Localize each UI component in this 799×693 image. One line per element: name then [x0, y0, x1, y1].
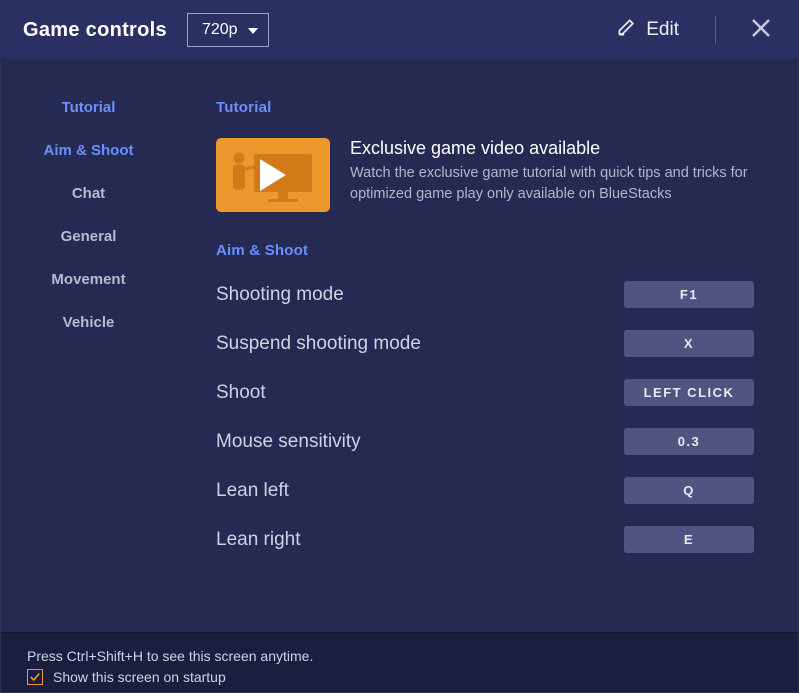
keybind-row: Shooting mode F1	[216, 281, 754, 308]
edit-label: Edit	[646, 19, 679, 41]
header: Game controls 720p Edit	[1, 1, 798, 59]
keybind-row: Mouse sensitivity 0.3	[216, 428, 754, 455]
edit-button[interactable]: Edit	[617, 18, 679, 43]
keybind-label: Lean right	[216, 529, 301, 551]
section-label-aim-shoot: Aim & Shoot	[216, 242, 754, 259]
body: Tutorial Aim & Shoot Chat General Moveme…	[1, 59, 798, 632]
keybind-input-shoot[interactable]: LEFT CLICK	[624, 379, 754, 406]
keybind-row: Suspend shooting mode X	[216, 330, 754, 357]
check-icon	[30, 672, 40, 682]
pencil-icon	[617, 18, 636, 43]
keybind-label: Suspend shooting mode	[216, 333, 421, 355]
play-icon	[258, 157, 288, 193]
keybind-row: Lean left Q	[216, 477, 754, 504]
video-thumbnail[interactable]	[216, 138, 330, 212]
keybind-label: Mouse sensitivity	[216, 431, 361, 453]
video-text: Exclusive game video available Watch the…	[350, 138, 754, 212]
sidebar-item-movement[interactable]: Movement	[51, 271, 125, 288]
sidebar-item-tutorial[interactable]: Tutorial	[62, 99, 116, 116]
startup-checkbox[interactable]	[27, 669, 43, 685]
startup-label: Show this screen on startup	[53, 669, 226, 685]
footer-row: Show this screen on startup	[27, 669, 772, 685]
sidebar-item-vehicle[interactable]: Vehicle	[63, 314, 115, 331]
close-icon	[751, 18, 771, 43]
game-controls-window: Game controls 720p Edit	[0, 0, 799, 693]
footer-hint: Press Ctrl+Shift+H to see this screen an…	[27, 648, 772, 664]
content-pane[interactable]: Tutorial Exclusive g	[176, 59, 798, 632]
keybind-label: Shooting mode	[216, 284, 344, 306]
footer: Press Ctrl+Shift+H to see this screen an…	[1, 632, 798, 692]
video-title: Exclusive game video available	[350, 138, 754, 159]
resolution-value: 720p	[202, 21, 238, 39]
chevron-down-icon	[248, 21, 258, 39]
section-label-tutorial: Tutorial	[216, 99, 754, 116]
keybind-label: Shoot	[216, 382, 266, 404]
sidebar-item-aim-shoot[interactable]: Aim & Shoot	[44, 142, 134, 159]
close-button[interactable]	[742, 11, 780, 49]
sidebar: Tutorial Aim & Shoot Chat General Moveme…	[1, 59, 176, 632]
sidebar-item-general[interactable]: General	[61, 228, 117, 245]
keybind-input-mouse-sensitivity[interactable]: 0.3	[624, 428, 754, 455]
header-divider	[715, 16, 716, 44]
resolution-select[interactable]: 720p	[187, 13, 269, 47]
sidebar-item-chat[interactable]: Chat	[72, 185, 105, 202]
keybind-input-shooting-mode[interactable]: F1	[624, 281, 754, 308]
tutorial-block: Exclusive game video available Watch the…	[216, 138, 754, 212]
keybind-label: Lean left	[216, 480, 289, 502]
keybind-row: Shoot LEFT CLICK	[216, 379, 754, 406]
page-title: Game controls	[23, 19, 167, 42]
video-description: Watch the exclusive game tutorial with q…	[350, 163, 754, 205]
keybind-input-suspend-shooting[interactable]: X	[624, 330, 754, 357]
keybind-row: Lean right E	[216, 526, 754, 553]
keybind-input-lean-right[interactable]: E	[624, 526, 754, 553]
keybind-input-lean-left[interactable]: Q	[624, 477, 754, 504]
